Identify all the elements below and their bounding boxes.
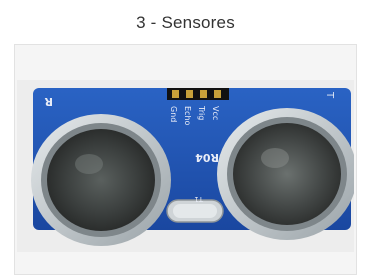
transducer-right: [217, 108, 354, 240]
section-title: 3 - Sensores: [136, 13, 235, 32]
pin-header: [167, 88, 229, 100]
pin-label-trig: Trig: [197, 105, 206, 120]
transducer-left: [31, 114, 171, 246]
crystal-label: T1: [194, 195, 204, 203]
pin-label-vcc: Vcc: [211, 106, 220, 120]
sensor-photo: Gnd Echo Trig Vcc R T HC-SR04 T1: [17, 80, 354, 252]
side-label-t: T: [324, 91, 335, 99]
side-label-r: R: [44, 95, 53, 108]
pin-label-gnd: Gnd: [169, 106, 178, 122]
pin-label-echo: Echo: [183, 106, 192, 126]
